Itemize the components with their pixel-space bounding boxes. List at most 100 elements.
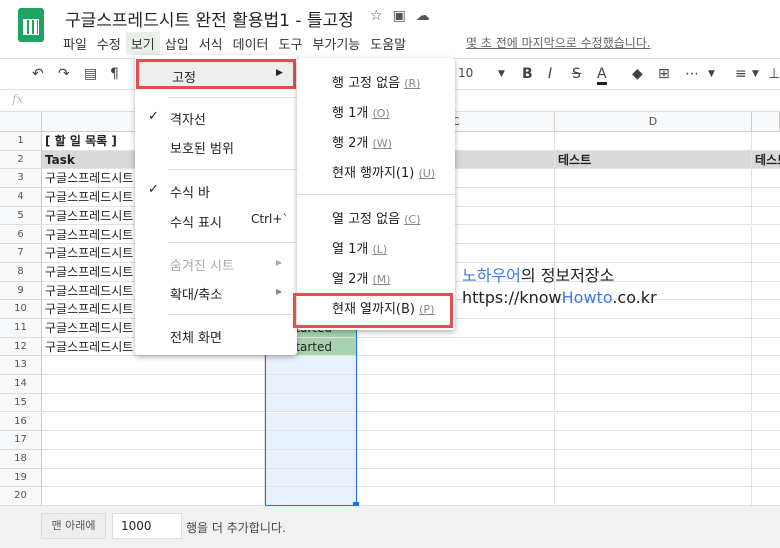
row-header[interactable]: 1 — [0, 132, 42, 151]
cell-a[interactable] — [42, 468, 265, 488]
italic-icon[interactable]: I — [548, 66, 552, 82]
cell-a[interactable] — [42, 487, 265, 506]
cell-e[interactable] — [752, 207, 780, 226]
cell-c[interactable] — [357, 375, 555, 394]
cell-c[interactable] — [357, 412, 555, 432]
cell-d[interactable] — [555, 468, 752, 488]
freeze-option[interactable]: 행 고정 없음 (R) — [332, 72, 420, 91]
chevron-down-icon[interactable]: ▼ — [498, 69, 505, 79]
row-header[interactable]: 15 — [0, 393, 42, 413]
chevron-down-icon[interactable]: ▼ — [708, 69, 715, 79]
row-header[interactable]: 18 — [0, 449, 42, 469]
column-header-d[interactable]: D — [555, 112, 752, 132]
menu-addons[interactable]: 부가기능 — [307, 32, 365, 55]
borders-icon[interactable]: ⊞ — [658, 66, 670, 82]
freeze-option[interactable]: 현재 행까지(1) (U) — [332, 162, 435, 181]
cell-d[interactable] — [555, 337, 752, 357]
redo-icon[interactable]: ↷ — [58, 66, 70, 82]
cell-c[interactable] — [357, 449, 555, 469]
row-header[interactable]: 11 — [0, 319, 42, 338]
row-header[interactable]: 7 — [0, 244, 42, 263]
menu-help[interactable]: 도움말 — [365, 32, 411, 55]
cell-e[interactable] — [752, 282, 780, 301]
strikethrough-icon[interactable]: S — [572, 66, 581, 82]
menu-item-fullscreen[interactable]: 전체 화면 — [170, 327, 222, 346]
align-icon[interactable]: ≡ — [735, 66, 747, 82]
move-folder-icon[interactable]: ▣ — [393, 8, 416, 24]
cell-c[interactable] — [357, 356, 555, 376]
freeze-option[interactable]: 행 1개 (O) — [332, 102, 390, 121]
vertical-align-icon[interactable]: ⊥ — [768, 66, 780, 82]
menu-file[interactable]: 파일 — [58, 32, 92, 55]
menu-item-zoom[interactable]: 확대/축소 — [170, 284, 222, 303]
bold-icon[interactable]: B — [522, 66, 533, 82]
cloud-status-icon[interactable]: ☁ — [416, 8, 440, 24]
cell-d[interactable] — [555, 188, 752, 207]
cell-d[interactable] — [555, 356, 752, 376]
last-edit-status[interactable]: 몇 초 전에 마지막으로 수정했습니다. — [466, 34, 651, 51]
cell-e[interactable] — [752, 375, 780, 394]
cell-e[interactable] — [752, 169, 780, 189]
cell-e[interactable] — [752, 244, 780, 263]
menu-view[interactable]: 보기 — [125, 32, 160, 55]
row-header[interactable]: 3 — [0, 169, 42, 189]
cell-e[interactable] — [752, 356, 780, 376]
cell-e[interactable] — [752, 431, 780, 450]
freeze-option[interactable]: 행 2개 (W) — [332, 132, 392, 151]
menu-format[interactable]: 서식 — [194, 32, 228, 55]
row-header[interactable]: 5 — [0, 206, 42, 226]
cell-d[interactable] — [555, 412, 752, 432]
cell-a[interactable] — [42, 393, 265, 413]
menu-item-gridlines[interactable]: 격자선 — [170, 109, 206, 128]
row-header[interactable]: 17 — [0, 431, 42, 450]
font-size-select[interactable]: 10 — [458, 66, 473, 80]
cell-a[interactable] — [42, 356, 265, 376]
menu-data[interactable]: 데이터 — [228, 32, 274, 55]
cell-a[interactable] — [42, 375, 265, 394]
cell-c[interactable] — [357, 337, 555, 357]
cell-d[interactable] — [555, 393, 752, 413]
cell-a[interactable] — [42, 412, 265, 432]
add-rows-button[interactable]: 맨 아래에 — [41, 513, 106, 539]
cell-e[interactable] — [752, 188, 780, 207]
cell-c[interactable] — [357, 431, 555, 450]
row-header[interactable]: 16 — [0, 412, 42, 432]
menu-item-formula-bar[interactable]: 수식 바 — [170, 182, 210, 201]
cell-d[interactable] — [555, 169, 752, 189]
cell-e[interactable] — [752, 394, 780, 413]
text-color-icon[interactable]: A — [597, 66, 607, 85]
cell-c[interactable] — [357, 393, 555, 413]
row-header[interactable]: 12 — [0, 337, 42, 357]
row-header[interactable]: 8 — [0, 262, 42, 282]
cell-e[interactable] — [752, 263, 780, 282]
cell-e[interactable] — [752, 413, 780, 432]
row-header[interactable]: 9 — [0, 281, 42, 301]
menu-item-freeze[interactable]: 고정 ▶ — [136, 59, 296, 89]
cell-d[interactable] — [555, 206, 752, 226]
cell-d[interactable] — [555, 487, 752, 506]
row-header[interactable]: 19 — [0, 468, 42, 488]
cell-e[interactable] — [752, 226, 780, 245]
cell-e[interactable] — [752, 319, 780, 338]
cell-a[interactable] — [42, 449, 265, 469]
column-header-e[interactable] — [752, 112, 780, 132]
cell-e[interactable] — [752, 300, 780, 319]
cell-d[interactable] — [555, 132, 752, 151]
cell-e[interactable]: 테스트 — [752, 150, 780, 170]
row-header[interactable]: 13 — [0, 356, 42, 376]
cell-c[interactable] — [357, 487, 555, 506]
freeze-option[interactable]: 열 고정 없음 (C) — [332, 208, 420, 227]
cell-d[interactable] — [555, 244, 752, 263]
cell-d[interactable] — [555, 431, 752, 450]
paint-format-icon[interactable]: ¶ — [110, 66, 119, 82]
merge-cells-icon[interactable]: ⋯ — [685, 66, 699, 82]
cell-e[interactable] — [752, 338, 780, 357]
cell-e[interactable] — [752, 487, 780, 506]
rows-count-input[interactable]: 1000 — [112, 513, 182, 539]
row-header[interactable]: 10 — [0, 300, 42, 319]
row-header[interactable]: 6 — [0, 225, 42, 245]
row-header[interactable]: 20 — [0, 487, 42, 506]
cell-d[interactable]: 테스트 — [555, 150, 752, 170]
freeze-option[interactable]: 열 2개 (M) — [332, 268, 391, 287]
menu-insert[interactable]: 삽입 — [160, 32, 194, 55]
